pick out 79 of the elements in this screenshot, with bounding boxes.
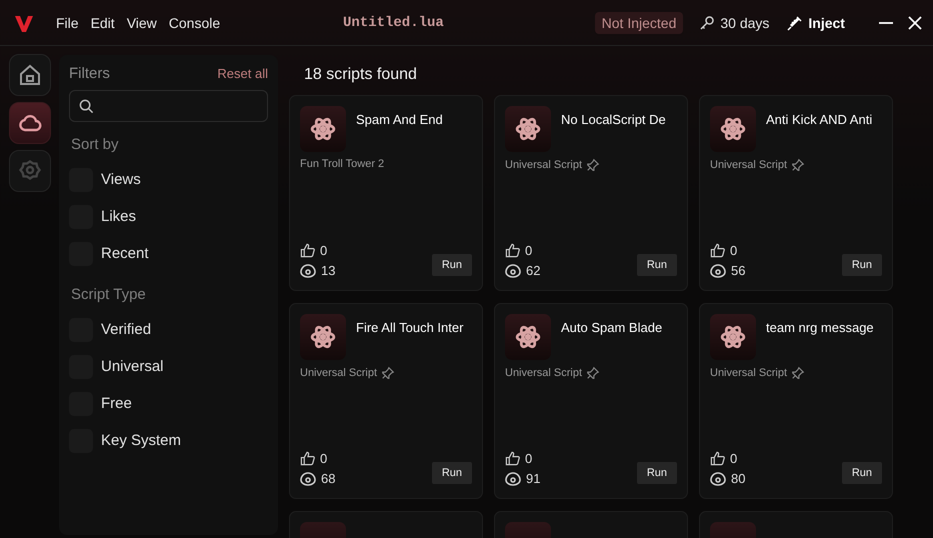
eye-icon [505, 262, 521, 278]
close-icon [906, 14, 923, 30]
syringe-icon [787, 14, 804, 30]
likes-count: 0 [320, 242, 328, 258]
likes-count: 0 [730, 450, 738, 466]
likes-count: 0 [730, 242, 738, 258]
run-button[interactable]: Run [636, 254, 677, 276]
atom-icon [515, 324, 541, 350]
key-icon [699, 14, 716, 30]
reset-all-button[interactable]: Reset all [217, 66, 268, 81]
thumbs-up-icon [710, 450, 725, 466]
option-label: Likes [101, 208, 136, 225]
run-button[interactable]: Run [636, 462, 677, 484]
option-label: Key System [101, 432, 182, 449]
menu-item[interactable]: File [56, 14, 79, 30]
results-count: 18 scripts found [303, 65, 418, 85]
nav-button[interactable] [8, 102, 50, 144]
views-count: 62 [526, 262, 540, 278]
section-title: Script Type [71, 286, 147, 303]
thumbs-up-icon [505, 450, 520, 466]
eye-icon [710, 470, 726, 486]
views-count: 56 [731, 262, 746, 278]
script-game: Fun Troll Tower 2 [300, 158, 384, 170]
menu-item[interactable]: Edit [90, 14, 115, 30]
inject-button[interactable]: Inject [787, 14, 845, 30]
filters-title: Filters [69, 65, 110, 82]
atom-icon [310, 116, 336, 142]
run-button[interactable]: Run [842, 254, 882, 276]
injection-status: Not Injected [594, 12, 684, 34]
eye-icon [710, 262, 726, 278]
search-icon [79, 98, 94, 114]
likes-count: 0 [525, 242, 532, 258]
eye-icon [300, 470, 316, 486]
eye-icon [300, 262, 316, 278]
script-title: Anti Kick AND Anti [766, 111, 872, 129]
views-count: 13 [321, 262, 336, 278]
file-name: Untitled.lua [342, 14, 444, 30]
minimize-icon [878, 22, 893, 24]
close-button[interactable] [906, 14, 923, 30]
views-count: 91 [526, 470, 540, 486]
license-days: 30 days [720, 14, 770, 30]
option-label: Verified [101, 321, 152, 338]
settings-icon [18, 159, 42, 183]
atom-icon [310, 324, 336, 350]
home-icon [18, 63, 42, 87]
thumbs-up-icon [505, 242, 520, 258]
run-button[interactable]: Run [842, 462, 882, 484]
section-title: Sort by [71, 136, 120, 153]
thumbs-up-icon [300, 242, 315, 258]
views-count: 80 [731, 470, 746, 486]
script-game: Universal Script [300, 367, 378, 379]
script-game: Universal Script [710, 159, 788, 171]
atom-icon [515, 116, 541, 142]
option-label: Recent [101, 245, 149, 262]
likes-count: 0 [525, 450, 532, 466]
nav-button[interactable] [8, 54, 50, 96]
script-game: Universal Script [505, 159, 582, 171]
search-field[interactable] [69, 90, 268, 122]
views-count: 68 [321, 470, 336, 486]
menu-item[interactable]: View [126, 14, 157, 30]
script-title: Spam And End [356, 111, 443, 129]
script-title: Fire All Touch Inter [356, 319, 464, 337]
eye-icon [505, 470, 521, 486]
menu-item[interactable]: Console [168, 14, 220, 30]
script-title: Auto Spam Blade [561, 319, 662, 337]
option-label: Universal [101, 358, 164, 375]
option-label: Views [101, 171, 141, 188]
script-game: Universal Script [710, 367, 788, 379]
run-button[interactable]: Run [432, 462, 472, 484]
thumbs-up-icon [710, 242, 725, 258]
option-label: Free [101, 395, 132, 412]
atom-icon [720, 116, 746, 142]
thumbs-up-icon [300, 450, 315, 466]
script-game: Universal Script [505, 367, 582, 379]
script-title: team nrg message [766, 319, 874, 337]
likes-count: 0 [320, 450, 328, 466]
atom-icon [720, 324, 746, 350]
run-button[interactable]: Run [432, 254, 472, 276]
script-title: No LocalScript De [561, 111, 666, 129]
